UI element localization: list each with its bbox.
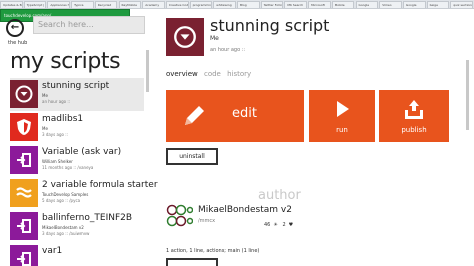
list-item-author: MikaelBondestam v2 xyxy=(42,225,84,230)
browser-tab[interactable]: Academy xyxy=(142,1,165,8)
list-item-meta: 11 months ago :: /vaneya xyxy=(42,165,94,170)
publish-label: publish xyxy=(401,126,427,134)
list-item[interactable]: ballinferno_TEINF2B MikaelBondestam v2 3… xyxy=(10,210,144,243)
play-icon xyxy=(309,98,375,120)
enter-icon xyxy=(10,146,38,174)
browser-tab[interactable]: Creative Code Home xyxy=(165,1,189,8)
tab-history[interactable]: history xyxy=(227,70,251,78)
browser-tab[interactable]: MK Search xyxy=(284,1,308,8)
browser-tab[interactable]: programming xyxy=(189,1,213,8)
scrollbar[interactable] xyxy=(466,60,469,130)
script-time: an hour ago :: xyxy=(210,47,246,53)
enter-icon xyxy=(10,245,38,266)
list-item-name: Variable (ask var) xyxy=(42,147,122,157)
enter-icon xyxy=(10,212,38,240)
pencil-icon xyxy=(180,102,208,134)
score-value: 46 xyxy=(264,222,271,228)
upload-tray-icon xyxy=(379,98,449,122)
list-item-author: William Shelker xyxy=(42,159,73,164)
browser-tab[interactable]: TypeScript | Type 1st xyxy=(23,1,47,8)
run-button[interactable]: run xyxy=(309,90,375,142)
browser-tab[interactable]: Mobile xyxy=(331,1,355,8)
page-title: my scripts xyxy=(10,49,121,74)
hearts-value: 2 xyxy=(282,222,286,228)
list-item-name: stunning script xyxy=(42,81,110,91)
browser-tab[interactable]: Appliances Home xyxy=(47,1,71,8)
waves-icon xyxy=(10,179,38,207)
edit-label: edit xyxy=(232,106,257,121)
run-label: run xyxy=(336,126,348,134)
shield-icon xyxy=(10,113,38,141)
browser-tab[interactable]: Vimeo xyxy=(379,1,402,8)
script-icon xyxy=(166,18,204,56)
back-label: the hub xyxy=(8,40,28,46)
browser-tab[interactable]: Updates & Boise - W xyxy=(0,1,23,8)
list-item[interactable]: var1 xyxy=(10,243,144,266)
search-input[interactable]: Search here... xyxy=(33,16,145,34)
app-root: Updates & Boise - WTypeScript | Type 1st… xyxy=(0,0,474,266)
list-item-meta: an hour ago :: xyxy=(42,99,71,104)
back-arrow-icon: ← xyxy=(10,22,20,33)
browser-tab[interactable]: Google xyxy=(355,1,379,8)
browser-tab[interactable]: Microsoft xyxy=(308,1,331,8)
script-author[interactable]: Me xyxy=(210,35,219,42)
browser-tab[interactable]: beige xyxy=(426,1,450,8)
list-item[interactable]: stunning script Me an hour ago :: xyxy=(10,78,144,111)
browser-tab[interactable]: quiz sections xyxy=(450,1,473,8)
chevron-circle-icon xyxy=(174,26,196,48)
browser-tab[interactable]: Recycled xyxy=(94,1,118,8)
list-item-name: var1 xyxy=(42,246,63,256)
edit-button[interactable]: edit xyxy=(166,90,304,142)
script-summary: 1 action, 1 line, actions; main (1 line) xyxy=(166,248,260,254)
browser-tab-strip: Updates & Boise - WTypeScript | Type 1st… xyxy=(0,0,474,9)
browser-tab[interactable]: RayMobile xyxy=(118,1,142,8)
script-list: stunning script Me an hour ago :: madlib… xyxy=(10,78,158,266)
author-name[interactable]: MikaelBondestam v2 xyxy=(198,205,292,215)
browser-tab[interactable]: Twitter Follow xyxy=(260,1,284,8)
script-tabs: overview code history xyxy=(166,70,255,78)
list-item-author: Me xyxy=(42,126,48,131)
list-item[interactable]: Variable (ask var) William Shelker 11 mo… xyxy=(10,144,144,177)
author-stats: 46 ☀ 2 ♥ xyxy=(264,222,296,228)
chevron-circle-icon xyxy=(10,80,38,108)
star-icon: ☀ xyxy=(273,222,278,228)
list-item-name: ballinferno_TEINF2B xyxy=(42,213,133,223)
author-avatar[interactable] xyxy=(166,204,194,231)
list-item-name: 2 variable formula starter xyxy=(42,180,158,190)
uninstall-button[interactable]: uninstall xyxy=(166,148,218,165)
tab-overview[interactable]: overview xyxy=(166,70,198,78)
partial-button[interactable] xyxy=(166,258,218,266)
publish-button[interactable]: publish xyxy=(379,90,449,142)
browser-tab[interactable]: Blog xyxy=(237,1,260,8)
heart-icon: ♥ xyxy=(288,222,294,228)
list-item-meta: 3 days ago :: /auiwmvw xyxy=(42,231,90,236)
browser-tab[interactable]: Google xyxy=(402,1,426,8)
back-button[interactable]: ← xyxy=(6,19,24,37)
list-item-meta: 3 days ago :: xyxy=(42,132,68,137)
list-item[interactable]: madlibs1 Me 3 days ago :: xyxy=(10,111,144,144)
browser-tab[interactable]: whitewing xyxy=(213,1,236,8)
author-handle: /mmcx xyxy=(198,218,216,224)
list-item-author: TouchDevelop Samples xyxy=(42,192,89,197)
rings-icon xyxy=(166,204,194,227)
list-item-meta: 5 days ago :: /pyca xyxy=(42,198,81,203)
scrollbar[interactable] xyxy=(146,50,149,92)
author-heading: author xyxy=(258,188,301,203)
list-item-name: madlibs1 xyxy=(42,114,84,124)
script-title: stunning script xyxy=(210,16,330,35)
tab-code[interactable]: code xyxy=(204,70,221,78)
browser-tab[interactable]: Typica xyxy=(71,1,94,8)
list-item[interactable]: 2 variable formula starter TouchDevelop … xyxy=(10,177,158,210)
list-item-author: Me xyxy=(42,93,48,98)
